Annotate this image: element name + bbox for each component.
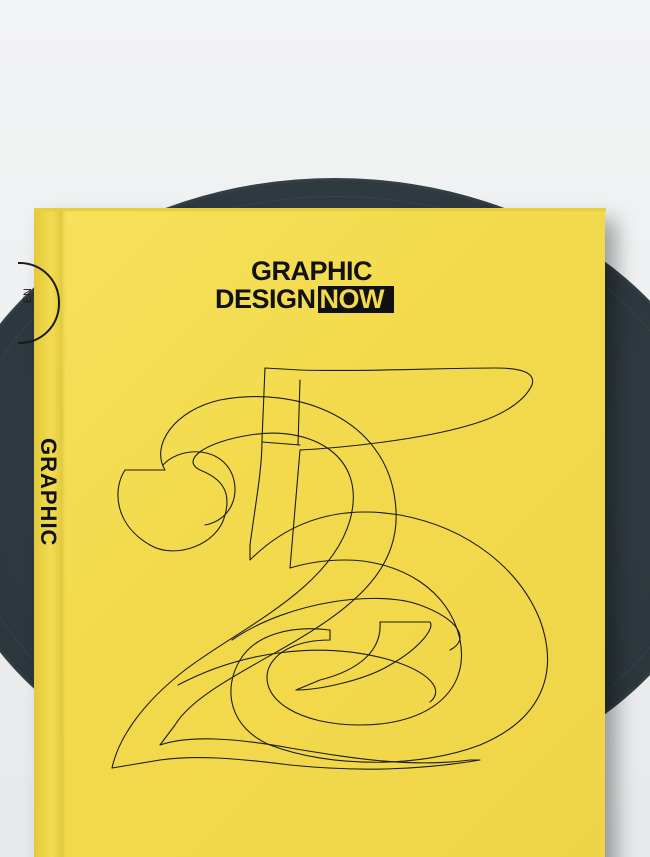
cover-title: GRAPHIC DESIGN NOW xyxy=(215,258,455,313)
spine-title: GRAPHIC xyxy=(36,438,61,547)
cover-title-now: NOW xyxy=(317,286,395,313)
cover-title-line-2: DESIGN NOW xyxy=(215,286,455,313)
cover-title-design: DESIGN xyxy=(215,284,316,314)
cover-top-edge xyxy=(34,208,606,211)
photo-scene: EN GRAPHIC GRAPHIC DESIGN NOW xyxy=(0,0,650,857)
spine-badge-text: EN xyxy=(22,288,34,304)
cover-title-line-1: GRAPHIC xyxy=(251,256,373,286)
